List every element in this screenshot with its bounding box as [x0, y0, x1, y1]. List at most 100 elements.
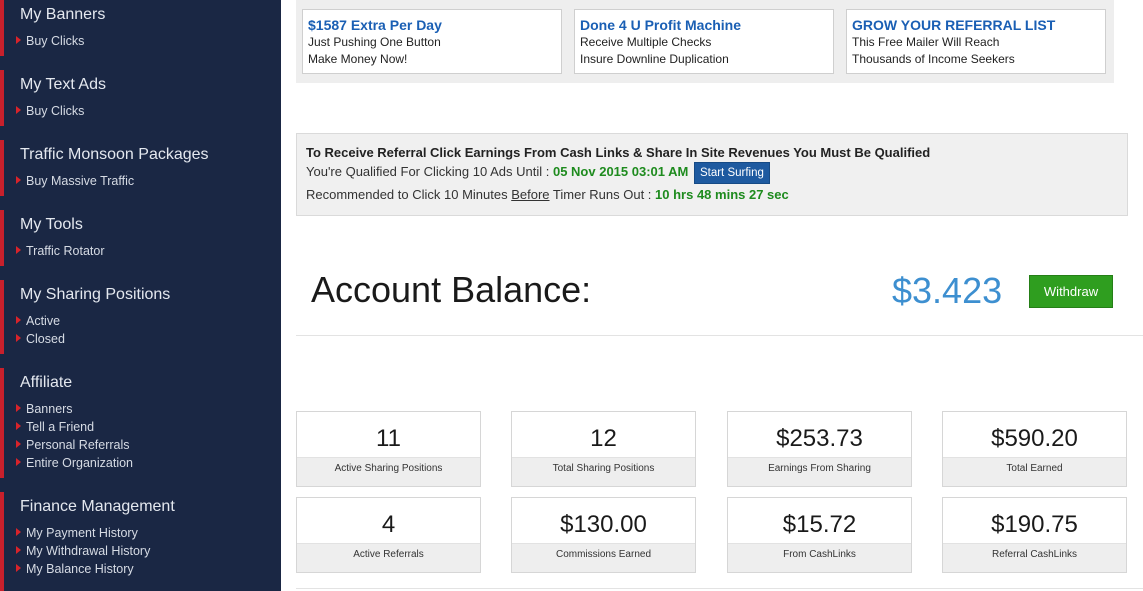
red-triangle-icon [16, 106, 21, 114]
sidebar-item-active[interactable]: Active [16, 312, 60, 330]
recommendation-mid: Timer Runs Out : [552, 186, 652, 202]
text-ad-title[interactable]: $1587 Extra Per Day [308, 16, 556, 34]
section-accent-bar [0, 140, 4, 196]
sidebar-item-entire-organization[interactable]: Entire Organization [16, 454, 133, 472]
sidebar-item-banners[interactable]: Banners [16, 400, 73, 418]
section-accent-bar [0, 368, 4, 478]
stat-value: $590.20 [991, 425, 1078, 452]
text-ad-title[interactable]: Done 4 U Profit Machine [580, 16, 828, 34]
sidebar-heading: My Sharing Positions [20, 286, 171, 303]
red-triangle-icon [16, 316, 21, 324]
recommendation-before: Before [511, 186, 550, 202]
stat-value: $253.73 [776, 425, 863, 452]
divider [296, 588, 1143, 589]
sidebar-heading: Affiliate [20, 374, 73, 391]
stat-value: 4 [381, 511, 396, 538]
red-triangle-icon [16, 528, 21, 536]
sidebar-item-buy-massive-traffic[interactable]: Buy Massive Traffic [16, 172, 134, 190]
red-triangle-icon [16, 36, 21, 44]
red-triangle-icon [16, 246, 21, 254]
text-ads-strip: $1587 Extra Per Day Just Pushing One But… [296, 0, 1114, 83]
stat-label: Earnings From Sharing [728, 457, 911, 486]
sidebar-item-label: Banners [26, 402, 73, 416]
stat-label: Total Sharing Positions [512, 457, 695, 486]
sidebar-item-personal-referrals[interactable]: Personal Referrals [16, 436, 130, 454]
account-balance-value: $3.423 [892, 270, 1003, 311]
stat-label: Total Earned [943, 457, 1126, 486]
stat-card-commissions-earned: $130.00 Commissions Earned [511, 497, 696, 573]
sidebar-heading: My Banners [20, 6, 106, 23]
sidebar-item-closed[interactable]: Closed [16, 330, 65, 348]
red-triangle-icon [16, 458, 21, 466]
sidebar-item-label: My Withdrawal History [26, 544, 151, 558]
stat-label: Active Referrals [297, 543, 480, 572]
text-ad-line: Receive Multiple Checks [580, 35, 712, 49]
section-accent-bar [0, 70, 4, 126]
red-triangle-icon [16, 422, 21, 430]
text-ad[interactable]: $1587 Extra Per Day Just Pushing One But… [302, 9, 562, 74]
text-ad-line: Just Pushing One Button [308, 35, 441, 49]
stat-card-active-sharing-positions: 11 Active Sharing Positions [296, 411, 481, 487]
stat-label: Referral CashLinks [943, 543, 1126, 572]
sidebar-heading: Traffic Monsoon Packages [20, 146, 209, 163]
stat-card-earnings-from-sharing: $253.73 Earnings From Sharing [727, 411, 912, 487]
text-ad[interactable]: Done 4 U Profit Machine Receive Multiple… [574, 9, 834, 74]
stat-label: Active Sharing Positions [297, 457, 480, 486]
qualification-title: To Receive Referral Click Earnings From … [306, 145, 931, 160]
red-triangle-icon [16, 334, 21, 342]
text-ad-line: Insure Downline Duplication [580, 52, 729, 66]
sidebar-item-label: Entire Organization [26, 456, 134, 470]
sidebar-item-label: Buy Massive Traffic [26, 174, 135, 188]
section-accent-bar [0, 0, 4, 56]
sidebar-item-label: Active [26, 314, 61, 328]
stat-label: Commissions Earned [512, 543, 695, 572]
sidebar-item-label: Buy Clicks [26, 104, 85, 118]
sidebar-item-label: My Balance History [26, 562, 134, 576]
sidebar-item-traffic-rotator[interactable]: Traffic Rotator [16, 242, 105, 260]
section-accent-bar [0, 210, 4, 266]
sidebar-heading: My Text Ads [20, 76, 106, 93]
sidebar-item-label: Tell a Friend [26, 420, 95, 434]
account-balance-label: Account Balance: [311, 269, 592, 310]
stat-card-total-earned: $590.20 Total Earned [942, 411, 1127, 487]
sidebar-item-label: Closed [26, 332, 65, 346]
stat-card-from-cashlinks: $15.72 From CashLinks [727, 497, 912, 573]
stat-value: $15.72 [782, 511, 857, 538]
sidebar-item-tell-a-friend[interactable]: Tell a Friend [16, 418, 94, 436]
text-ad-line: Make Money Now! [308, 52, 408, 66]
stat-card-referral-cashlinks: $190.75 Referral CashLinks [942, 497, 1127, 573]
countdown-timer: 10 hrs 48 mins 27 sec [655, 186, 789, 202]
stat-card-total-sharing-positions: 12 Total Sharing Positions [511, 411, 696, 487]
text-ad-line: Thousands of Income Seekers [852, 52, 1015, 66]
recommendation-prefix: Recommended to Click 10 Minutes [306, 186, 508, 202]
text-ad[interactable]: GROW YOUR REFERRAL LIST This Free Mailer… [846, 9, 1106, 74]
sidebar-item-my-payment-history[interactable]: My Payment History [16, 524, 138, 542]
red-triangle-icon [16, 546, 21, 554]
red-triangle-icon [16, 404, 21, 412]
qualified-prefix: You're Qualified For Clicking 10 Ads Unt… [306, 164, 550, 179]
sidebar-heading: Finance Management [20, 498, 175, 515]
section-accent-bar [0, 492, 4, 591]
sidebar-item-label: Personal Referrals [26, 438, 130, 452]
sidebar-item-label: Traffic Rotator [26, 244, 105, 258]
sidebar-item-label: My Payment History [26, 526, 138, 540]
stat-value: $130.00 [560, 511, 647, 538]
sidebar-item-my-balance-history[interactable]: My Balance History [16, 560, 134, 578]
stat-card-active-referrals: 4 Active Referrals [296, 497, 481, 573]
red-triangle-icon [16, 564, 21, 572]
text-ad-line: This Free Mailer Will Reach [852, 35, 1000, 49]
sidebar-item-buy-clicks-text-ads[interactable]: Buy Clicks [16, 102, 84, 120]
qualification-panel: To Receive Referral Click Earnings From … [296, 133, 1128, 216]
sidebar: My Banners Buy Clicks My Text Ads Buy Cl… [0, 0, 281, 591]
sidebar-item-my-withdrawal-history[interactable]: My Withdrawal History [16, 542, 150, 560]
stat-value: 11 [376, 425, 401, 452]
text-ad-title[interactable]: GROW YOUR REFERRAL LIST [852, 16, 1100, 34]
divider [296, 335, 1143, 336]
withdraw-button[interactable]: Withdraw [1029, 275, 1113, 308]
sidebar-heading: My Tools [20, 216, 83, 233]
sidebar-item-buy-clicks-banners[interactable]: Buy Clicks [16, 32, 84, 50]
red-triangle-icon [16, 440, 21, 448]
start-surfing-button[interactable]: Start Surfing [693, 161, 770, 184]
red-triangle-icon [16, 176, 21, 184]
section-accent-bar [0, 280, 4, 354]
